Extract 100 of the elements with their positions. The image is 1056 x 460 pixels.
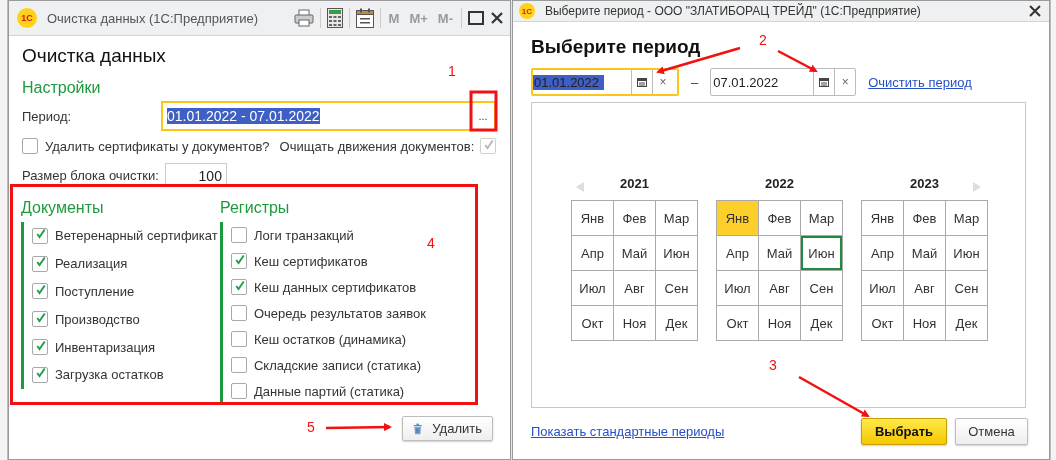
month-cell[interactable]: Сен [801, 271, 843, 306]
checkbox-label: Данные партий (статика) [254, 383, 405, 399]
month-cell[interactable]: Фев [904, 201, 946, 236]
month-cell[interactable]: Авг [904, 271, 946, 306]
app-logo: 1С [519, 3, 535, 19]
app-logo: 1С [17, 8, 37, 28]
date-field[interactable]: 07.01.2022 × [710, 68, 857, 96]
checkbox[interactable] [32, 366, 48, 383]
month-cell[interactable]: Май [614, 236, 656, 271]
month-cell[interactable]: Дек [656, 306, 698, 341]
dialog-heading: Выберите период [531, 35, 701, 59]
calendar-icon[interactable] [355, 8, 374, 28]
checkbox-label: Ветеренарный сертификат [55, 228, 218, 244]
annotation-arrow [798, 375, 870, 418]
checkbox[interactable] [32, 227, 48, 244]
annotation-arrow [325, 423, 392, 432]
month-cell[interactable]: Май [904, 236, 946, 271]
clear-button[interactable]: × [652, 70, 673, 94]
checkbox[interactable] [32, 255, 48, 272]
checkbox[interactable] [32, 283, 48, 300]
checkbox-label: Очищать движения документов: [279, 138, 475, 154]
window-title: Очистка данных (1С:Предприятие) [47, 10, 260, 26]
checkbox[interactable] [231, 383, 247, 399]
number-field[interactable]: 100 [164, 163, 227, 187]
print-icon[interactable] [293, 9, 314, 27]
form-heading: Очистка данных [22, 44, 167, 68]
month-cell[interactable]: Янв [862, 201, 904, 236]
calendar-icon [819, 77, 830, 87]
month-cell[interactable]: Май [759, 236, 801, 271]
delete-button[interactable]: Удалить [402, 416, 493, 441]
month-cell[interactable]: Дек [946, 306, 988, 341]
month-cell[interactable]: Авг [759, 271, 801, 306]
month-cell[interactable]: Мар [946, 201, 988, 236]
year-label: 2021 [620, 176, 649, 193]
month-cell[interactable]: Ноя [904, 306, 946, 341]
month-cell[interactable]: Июл [572, 271, 614, 306]
cancel-button[interactable]: Отмена [955, 417, 1028, 445]
month-cell[interactable]: Июл [862, 271, 904, 306]
checkbox[interactable] [231, 279, 247, 295]
standard-periods-link[interactable]: Показать стандартные периоды [531, 423, 861, 439]
field-label: Период: [22, 108, 73, 124]
year-label: 2022 [765, 176, 794, 193]
checkbox-label: Кеш остатков (динамика) [254, 331, 407, 347]
month-cell[interactable]: Дек [801, 306, 843, 341]
clear-period-link[interactable]: Очистить период [868, 74, 972, 90]
checkbox-label: Складские записи (статика) [254, 357, 422, 373]
month-cell[interactable]: Апр [572, 236, 614, 271]
month-cell[interactable]: Ноя [614, 306, 656, 341]
maximize-icon[interactable] [468, 11, 484, 25]
checkbox[interactable] [22, 138, 38, 154]
checkbox[interactable] [231, 253, 247, 269]
checkbox-label: Загрузка остатков [55, 367, 164, 383]
section-heading: Настройки [22, 78, 102, 98]
annotation-number: 1 [448, 63, 456, 79]
checkbox-label: Очередь результатов заявок [254, 305, 426, 321]
checkbox-label: Кеш данных сертификатов [254, 279, 417, 295]
annotation-number: 3 [769, 357, 777, 373]
month-cell[interactable]: Июн [946, 236, 988, 271]
checkbox-label: Производство [55, 311, 140, 327]
month-cell[interactable]: Окт [862, 306, 904, 341]
close-icon[interactable] [490, 11, 504, 25]
checkbox-label: Логи транзакций [254, 227, 354, 243]
month-cell[interactable]: Ноя [759, 306, 801, 341]
month-cell[interactable]: Мар [656, 201, 698, 236]
close-icon[interactable] [1029, 5, 1041, 17]
checkbox[interactable] [32, 339, 48, 356]
checkbox[interactable] [231, 227, 247, 243]
checkbox-label: Реализация [55, 256, 128, 272]
checkbox[interactable] [231, 331, 247, 347]
checkbox[interactable] [231, 305, 247, 321]
month-cell[interactable]: Апр [862, 236, 904, 271]
month-cell[interactable]: Окт [572, 306, 614, 341]
month-cell[interactable]: Июн [801, 236, 843, 271]
date-field[interactable]: 01.01.2022 × [531, 68, 679, 96]
checkbox[interactable] [231, 357, 247, 373]
month-cell[interactable]: Мар [801, 201, 843, 236]
checkbox-label: Кеш сертификатов [254, 253, 368, 269]
clear-button[interactable]: × [834, 69, 856, 95]
group-heading: Регистры [220, 198, 291, 218]
checkbox[interactable] [32, 311, 48, 328]
month-cell[interactable]: Апр [717, 236, 759, 271]
month-cell[interactable]: Окт [717, 306, 759, 341]
annotation-number: 4 [427, 235, 435, 251]
month-cell[interactable]: Авг [614, 271, 656, 306]
month-cell[interactable]: Фев [614, 201, 656, 236]
select-button[interactable]: Выбрать [861, 417, 947, 445]
month-cell[interactable]: Фев [759, 201, 801, 236]
month-cell[interactable]: Июл [717, 271, 759, 306]
calculator-icon[interactable] [326, 8, 343, 28]
calendar-icon [637, 77, 647, 87]
month-cell[interactable]: Янв [717, 201, 759, 236]
month-cell[interactable]: Янв [572, 201, 614, 236]
checkbox-label: Удалить сертификаты у документов? [45, 138, 270, 154]
month-cell[interactable]: Июн [656, 236, 698, 271]
month-cell[interactable]: Сен [656, 271, 698, 306]
range-dash: – [691, 74, 699, 90]
window-title: Выберите период - ООО "ЗЛАТИБОРАЦ ТРЕЙД" (1С:Предприятие) [545, 4, 922, 18]
group-heading: Документы [21, 198, 105, 218]
field-label: Размер блока очистки: [22, 167, 159, 183]
month-cell[interactable]: Сен [946, 271, 988, 306]
